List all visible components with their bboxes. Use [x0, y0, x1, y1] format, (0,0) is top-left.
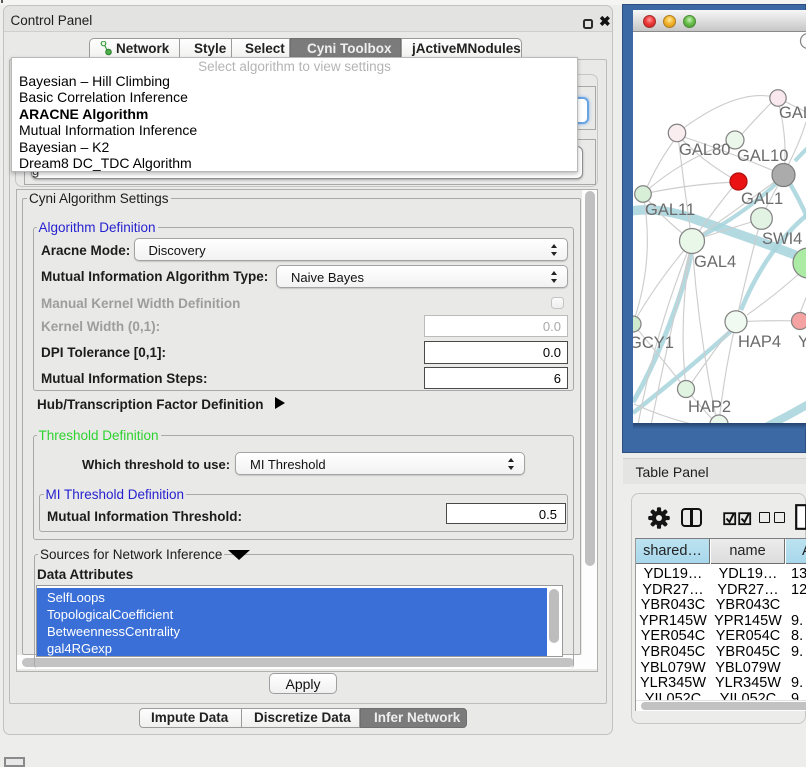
- svg-text:GAL80: GAL80: [679, 141, 730, 159]
- svg-text:HAP2: HAP2: [688, 398, 731, 416]
- svg-text:GAL10: GAL10: [737, 147, 788, 165]
- svg-text:HAP4: HAP4: [738, 333, 781, 351]
- svg-text:GAL1: GAL1: [741, 190, 783, 208]
- svg-text:GCY1: GCY1: [633, 334, 674, 352]
- svg-text:SWI4: SWI4: [762, 230, 802, 248]
- svg-text:GAL11: GAL11: [645, 201, 695, 219]
- svg-text:Y: Y: [798, 333, 806, 351]
- svg-text:GAL4: GAL4: [694, 253, 736, 271]
- svg-text:GAL7: GAL7: [779, 104, 806, 122]
